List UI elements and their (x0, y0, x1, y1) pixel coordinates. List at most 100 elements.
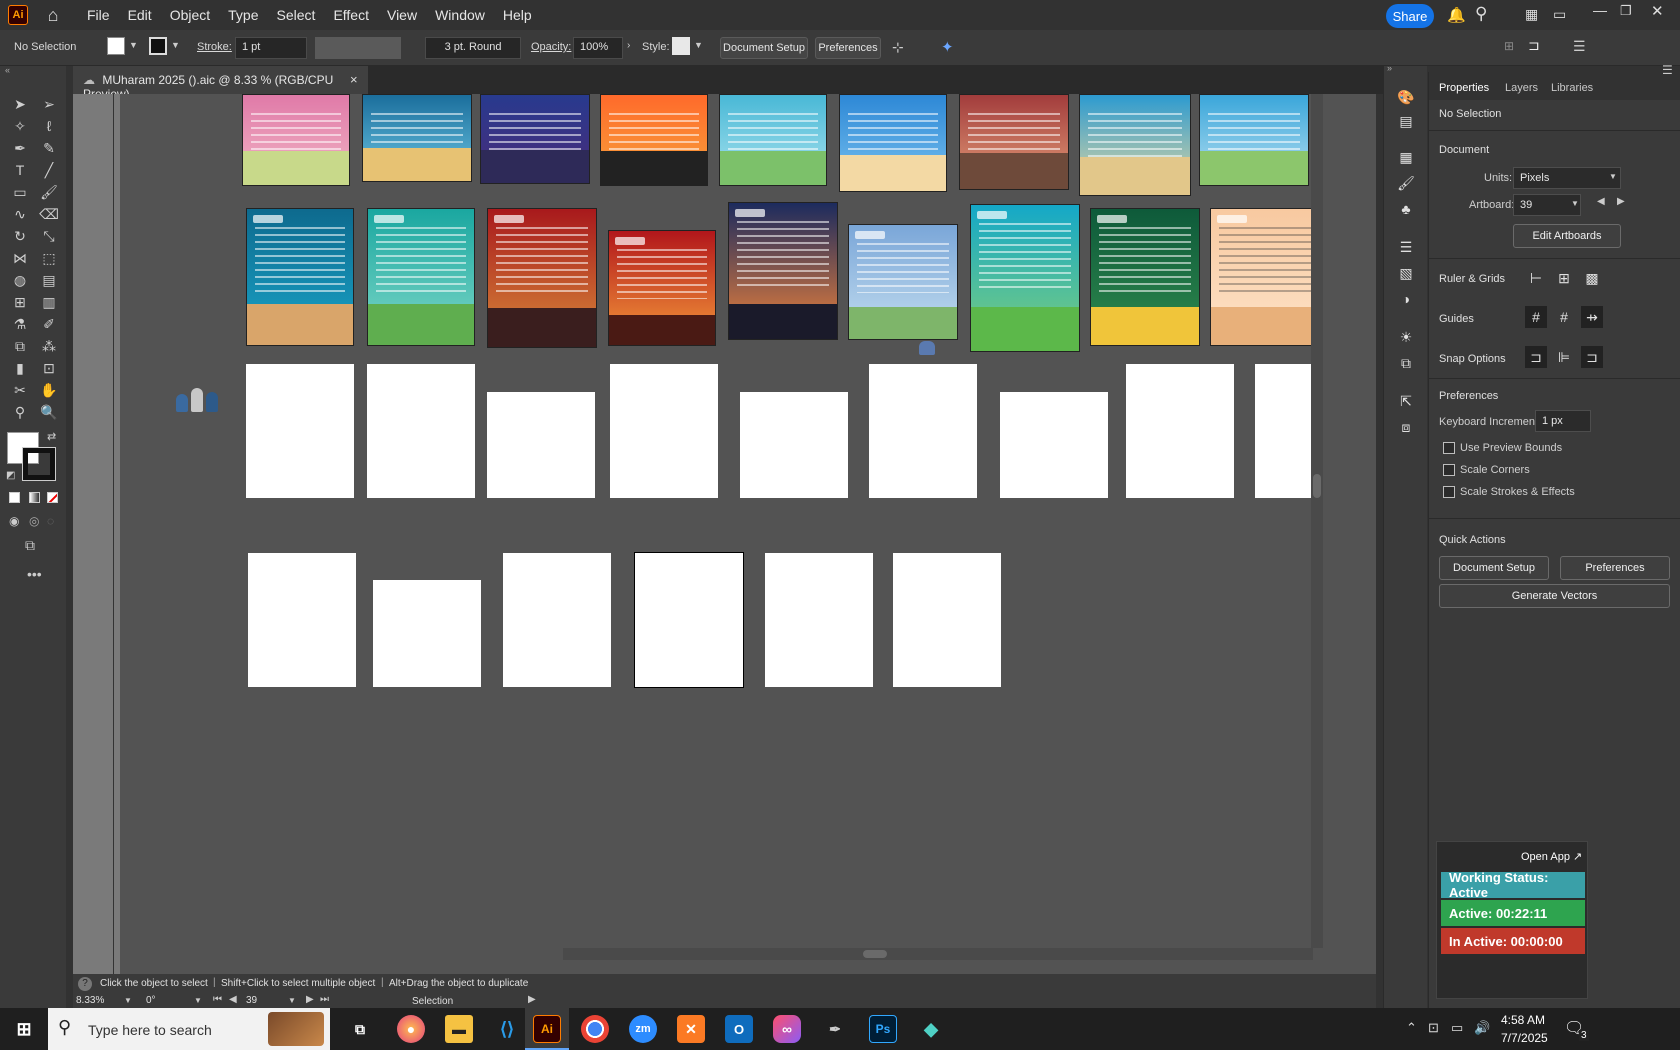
transparency-icon[interactable]: ◑ (1395, 288, 1417, 310)
artboard-active[interactable] (634, 552, 744, 688)
menu-help[interactable]: Help (494, 7, 541, 23)
artboard-poster[interactable] (839, 94, 947, 192)
opacity-field[interactable]: 100% (573, 37, 623, 59)
artboard-poster[interactable] (1079, 94, 1191, 196)
mesh-tool-icon[interactable]: ⊞ (9, 291, 31, 313)
document-tab[interactable]: ☁ MUharam 2025 ().aic @ 8.33 % (RGB/CPU … (73, 66, 368, 101)
windows-start-icon[interactable]: ⊞ (10, 1015, 38, 1043)
menu-window[interactable]: Window (426, 7, 494, 23)
swatches-icon[interactable]: ▦ (1395, 146, 1417, 168)
snap-to-grid-icon[interactable]: ⊫ (1553, 346, 1575, 368)
menu-file[interactable]: File (78, 7, 119, 23)
clock-time[interactable]: 4:58 AM (1501, 1013, 1545, 1027)
artboard-blank[interactable] (367, 364, 475, 498)
artboard-poster[interactable] (600, 94, 708, 186)
quick-document-setup-button[interactable]: Document Setup (1439, 556, 1549, 580)
menu-view[interactable]: View (378, 7, 426, 23)
previous-artboard-icon[interactable]: ◀ (1597, 196, 1605, 207)
color-panel-icon[interactable]: 🎨 (1395, 86, 1417, 108)
photoshop-icon[interactable]: Ps (869, 1015, 897, 1043)
menu-icon[interactable]: ☰ (1573, 38, 1586, 55)
free-transform-icon[interactable]: ⬚ (38, 247, 60, 269)
file-explorer-icon[interactable]: ▬ (445, 1015, 473, 1043)
chrome-icon[interactable] (581, 1015, 609, 1043)
tab-layers[interactable]: Layers (1505, 82, 1538, 94)
artboard-poster[interactable] (1199, 94, 1309, 186)
artboard-poster[interactable] (362, 94, 472, 182)
eyedropper-icon[interactable]: ⚗ (9, 313, 31, 335)
rotate-tool-icon[interactable]: ↻ (9, 225, 31, 247)
tray-app-icon[interactable]: ⊡ (1428, 1020, 1439, 1036)
variable-width-profile[interactable] (315, 37, 401, 59)
artboard-blank[interactable] (503, 553, 611, 687)
workspace-icon[interactable]: ▦ (1525, 6, 1538, 23)
ruler-icon[interactable]: ⊢ (1525, 267, 1547, 289)
chevron-right-icon[interactable]: › (627, 40, 630, 51)
artboard-poster[interactable] (480, 94, 590, 184)
artboard-poster[interactable] (242, 94, 350, 186)
network-icon[interactable]: ▭ (1451, 1020, 1463, 1036)
volume-icon[interactable]: 🔊 (1474, 1020, 1490, 1036)
scale-tool-icon[interactable]: ⤡ (38, 225, 60, 247)
artboard-blank[interactable] (765, 553, 873, 687)
tab-libraries[interactable]: Libraries (1551, 82, 1593, 94)
column-graph-icon[interactable]: ▮ (9, 357, 31, 379)
artboard-blank[interactable] (1255, 364, 1315, 498)
brushes-icon[interactable]: 🖌 (1395, 172, 1417, 194)
artboards-panel-icon[interactable]: ⧈ (1395, 416, 1417, 438)
illustrator-taskbar-icon[interactable]: Ai (533, 1015, 561, 1043)
measure-icon[interactable]: ✐ (38, 313, 60, 335)
zoom-icon[interactable]: zm (629, 1015, 657, 1043)
artboard-tool-icon[interactable]: ⊡ (38, 357, 60, 379)
eraser-icon[interactable]: ⌫ (38, 203, 60, 225)
vertical-scroll-thumb[interactable] (1313, 474, 1321, 498)
grid-icon[interactable]: ⊞ (1553, 267, 1575, 289)
clock-date[interactable]: 7/7/2025 (1501, 1031, 1548, 1045)
gradient-panel-icon[interactable]: ▧ (1395, 262, 1417, 284)
draw-inside-icon[interactable]: ◌ (47, 514, 54, 528)
tab-properties[interactable]: Properties (1439, 82, 1489, 94)
chevron-down-icon[interactable]: ▼ (694, 40, 703, 50)
recolor-icon[interactable]: ✦ (941, 38, 954, 56)
hand-tool-icon[interactable]: ✋ (38, 379, 60, 401)
default-colors-icon[interactable]: ◩ (6, 470, 15, 481)
more-tools-icon[interactable]: ••• (27, 566, 42, 582)
artboard-poster[interactable] (728, 202, 838, 340)
artboard-poster[interactable] (848, 224, 958, 340)
puppet-warp-icon[interactable]: ⚲ (9, 401, 31, 423)
firefox-icon[interactable]: ● (397, 1015, 425, 1043)
stroke-swatch[interactable] (149, 37, 167, 55)
graphic-styles-icon[interactable]: ⧉ (1395, 352, 1417, 374)
snap-to-point-icon[interactable]: ⊐ (1525, 346, 1547, 368)
horizontal-scrollbar[interactable] (563, 948, 1313, 960)
document-setup-button[interactable]: Document Setup (720, 37, 808, 59)
minimize-icon[interactable]: — (1593, 2, 1607, 18)
home-icon[interactable]: ⌂ (42, 4, 64, 26)
artboard-blank[interactable] (1126, 364, 1234, 498)
slice-tool-icon[interactable]: ✂ (9, 379, 31, 401)
tray-overflow-icon[interactable]: ⌃ (1406, 1020, 1417, 1036)
use-preview-bounds-checkbox[interactable] (1443, 442, 1455, 454)
chevron-down-icon[interactable]: ▼ (1571, 199, 1579, 208)
artboard-blank[interactable] (893, 553, 1001, 687)
keyboard-increment-field[interactable]: 1 px (1535, 410, 1591, 432)
last-artboard-icon[interactable]: ⏭ (320, 994, 329, 1005)
document-info-icon[interactable]: ▤ (1395, 110, 1417, 132)
smart-guides-icon[interactable]: ⇸ (1581, 306, 1603, 328)
menu-type[interactable]: Type (219, 7, 267, 23)
style-swatch[interactable] (672, 37, 690, 55)
chevron-down-icon[interactable]: ▼ (288, 996, 296, 1005)
chevron-down-icon[interactable]: ▼ (124, 996, 132, 1005)
creative-cloud-icon[interactable]: ∞ (773, 1015, 801, 1043)
previous-artboard-icon[interactable]: ◀ (229, 994, 237, 1005)
artboard-poster[interactable] (367, 208, 475, 346)
pen-app-icon[interactable]: ✒ (821, 1015, 849, 1043)
perspective-grid-icon[interactable]: ▤ (38, 269, 60, 291)
generate-vectors-button[interactable]: Generate Vectors (1439, 584, 1670, 608)
artboard-blank[interactable] (373, 580, 481, 687)
open-app-link[interactable]: Open App ↗ (1521, 850, 1582, 863)
edit-artboards-button[interactable]: Edit Artboards (1513, 224, 1621, 248)
export-icon[interactable]: ⇱ (1395, 390, 1417, 412)
gradient-tool-icon[interactable]: ▥ (38, 291, 60, 313)
snap-to-pixel-icon[interactable]: ⊐ (1581, 346, 1603, 368)
